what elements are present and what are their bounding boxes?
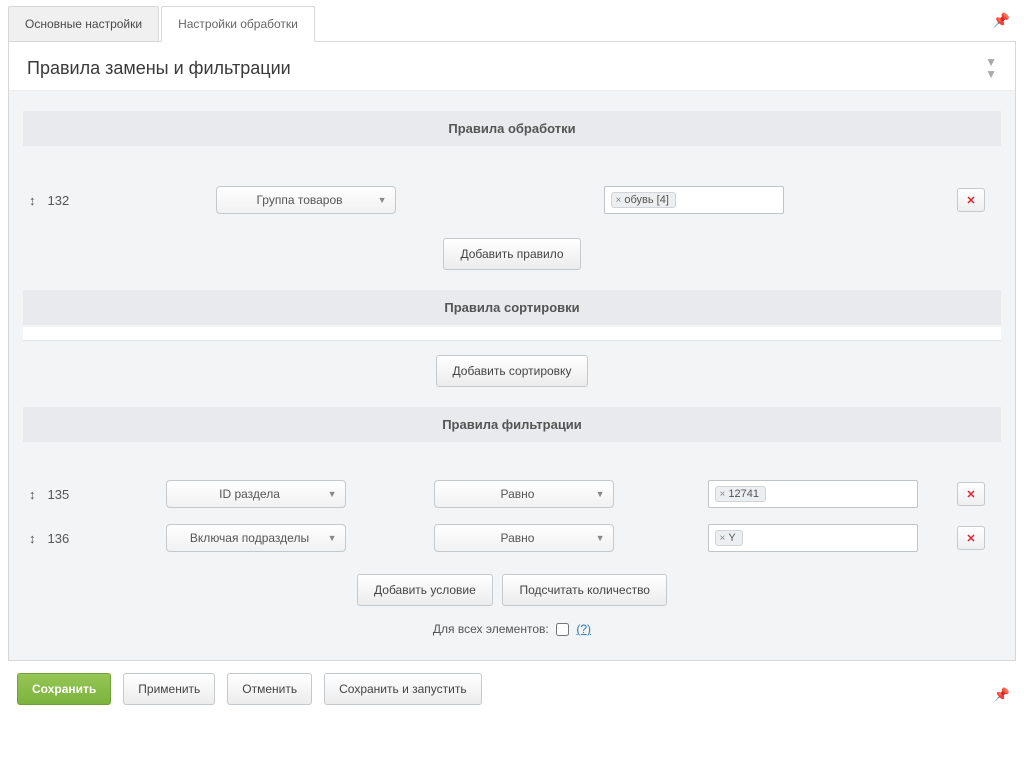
- tag-remove-icon[interactable]: ×: [616, 195, 622, 206]
- drag-handle-icon[interactable]: ↕: [29, 193, 36, 208]
- rule-row: ↕ 132 Группа товаров ▼ ×обувь [4]: [23, 176, 1001, 224]
- select-value: Равно: [501, 531, 535, 545]
- filter-value-input[interactable]: ×12741: [708, 480, 918, 508]
- filter-id: 136: [48, 531, 88, 546]
- section-sorting-title: Правила сортировки: [23, 290, 1001, 325]
- select-value: ID раздела: [219, 487, 280, 501]
- select-value: Равно: [501, 487, 535, 501]
- pin-icon[interactable]: 📌: [994, 687, 1010, 703]
- add-rule-button[interactable]: Добавить правило: [443, 238, 580, 270]
- for-all-checkbox[interactable]: [556, 623, 569, 636]
- panel-title: Правила замены и фильтрации: [27, 58, 291, 79]
- count-button[interactable]: Подсчитать количество: [502, 574, 667, 606]
- select-value: Включая подразделы: [190, 531, 309, 545]
- filter-op-select[interactable]: Равно ▼: [434, 480, 614, 508]
- tag-remove-icon[interactable]: ×: [720, 489, 726, 500]
- drag-handle-icon[interactable]: ↕: [29, 531, 36, 546]
- select-value: Группа товаров: [256, 193, 342, 207]
- delete-icon: [965, 194, 977, 206]
- pin-icon[interactable]: 📌: [993, 12, 1010, 29]
- rule-value-input[interactable]: ×обувь [4]: [604, 186, 784, 214]
- add-condition-button[interactable]: Добавить условие: [357, 574, 493, 606]
- rule-field-select[interactable]: Группа товаров ▼: [216, 186, 396, 214]
- tag-remove-icon[interactable]: ×: [720, 533, 726, 544]
- tag-label: обувь [4]: [624, 194, 669, 206]
- help-link[interactable]: (?): [576, 622, 591, 636]
- filter-value-input[interactable]: ×Y: [708, 524, 918, 552]
- delete-icon: [965, 532, 977, 544]
- chevron-down-icon: ▼: [596, 533, 605, 543]
- apply-button[interactable]: Применить: [123, 673, 215, 705]
- chevron-down-icon: ▼: [328, 533, 337, 543]
- section-filtering-title: Правила фильтрации: [23, 407, 1001, 442]
- filter-op-select[interactable]: Равно ▼: [434, 524, 614, 552]
- delete-icon: [965, 488, 977, 500]
- delete-filter-button[interactable]: [957, 482, 985, 506]
- filter-field-select[interactable]: Включая подразделы ▼: [166, 524, 346, 552]
- drag-handle-icon[interactable]: ↕: [29, 487, 36, 502]
- filter-row: ↕ 135 ID раздела ▼ Равно ▼ ×12741: [23, 472, 1001, 516]
- tab-main-settings[interactable]: Основные настройки: [8, 6, 159, 41]
- filter-field-select[interactable]: ID раздела ▼: [166, 480, 346, 508]
- save-and-run-button[interactable]: Сохранить и запустить: [324, 673, 482, 705]
- section-processing-title: Правила обработки: [23, 111, 1001, 146]
- chevron-down-icon: ▼: [378, 195, 387, 205]
- delete-rule-button[interactable]: [957, 188, 985, 212]
- tab-processing-settings[interactable]: Настройки обработки: [161, 6, 315, 42]
- chevron-down-icon: ▼: [596, 489, 605, 499]
- delete-filter-button[interactable]: [957, 526, 985, 550]
- for-all-label: Для всех элементов:: [433, 622, 549, 636]
- rule-id: 132: [48, 193, 88, 208]
- cancel-button[interactable]: Отменить: [227, 673, 312, 705]
- filter-row: ↕ 136 Включая подразделы ▼ Равно ▼ ×Y: [23, 516, 1001, 560]
- tag-label: 12741: [728, 488, 759, 500]
- filter-id: 135: [48, 487, 88, 502]
- tag-label: Y: [728, 532, 735, 544]
- save-button[interactable]: Сохранить: [17, 673, 111, 705]
- add-sort-button[interactable]: Добавить сортировку: [436, 355, 589, 387]
- panel: Правила замены и фильтрации ▼▼ Правила о…: [8, 42, 1016, 661]
- sort-empty-area: [23, 327, 1001, 341]
- collapse-icon[interactable]: ▼▼: [985, 56, 997, 80]
- chevron-down-icon: ▼: [328, 489, 337, 499]
- for-all-row: Для всех элементов: (?): [23, 616, 1001, 644]
